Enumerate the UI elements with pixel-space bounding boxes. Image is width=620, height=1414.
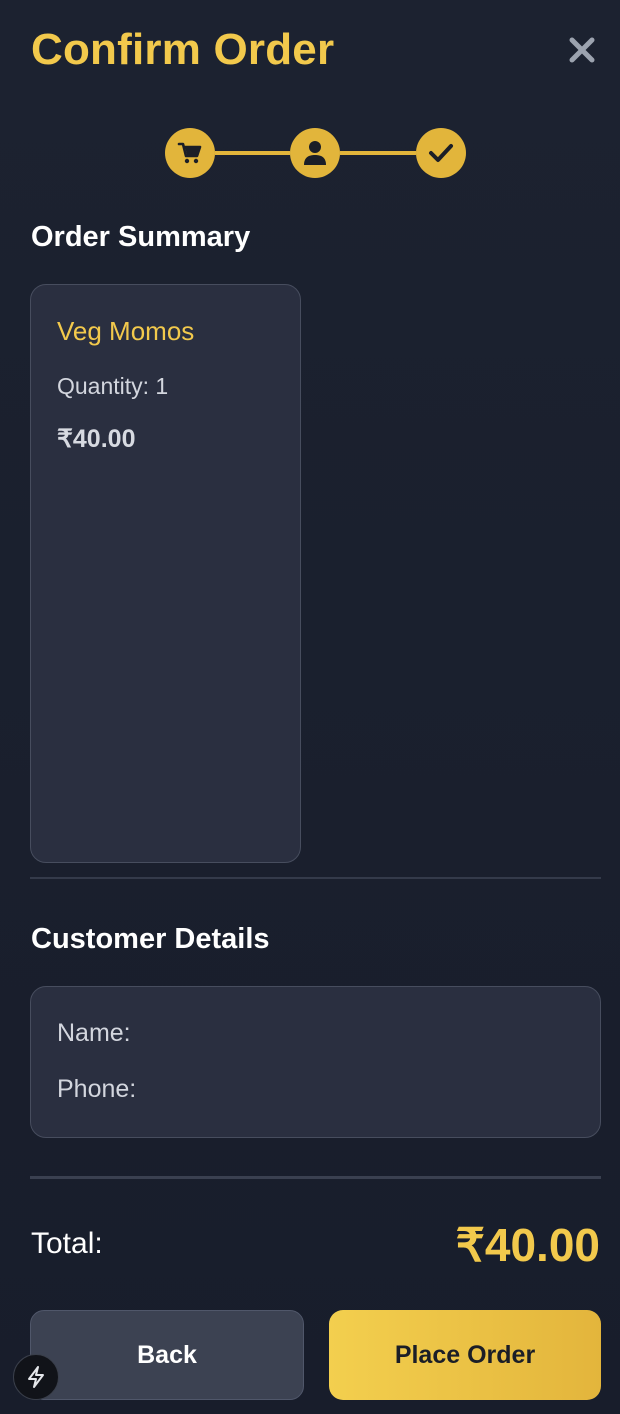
customer-details-card: Name: Phone: xyxy=(30,986,601,1138)
place-order-button[interactable]: Place Order xyxy=(329,1310,601,1400)
check-icon xyxy=(429,144,453,162)
step-customer xyxy=(290,128,340,178)
customer-details-heading: Customer Details xyxy=(31,923,270,955)
step-connector xyxy=(340,151,416,155)
back-button[interactable]: Back xyxy=(30,1310,304,1400)
item-price: ₹40.00 xyxy=(57,425,136,453)
progress-stepper xyxy=(165,128,466,178)
close-button[interactable] xyxy=(564,32,600,68)
step-confirm xyxy=(416,128,466,178)
lightning-icon xyxy=(28,1366,44,1388)
section-divider xyxy=(30,877,601,879)
cart-icon xyxy=(177,142,202,164)
lightning-button[interactable] xyxy=(13,1354,59,1400)
order-item-card: Veg Momos Quantity: 1 ₹40.00 xyxy=(30,284,301,863)
user-icon xyxy=(304,141,326,165)
total-divider xyxy=(30,1176,601,1179)
item-quantity: Quantity: 1 xyxy=(57,373,169,399)
step-cart xyxy=(165,128,215,178)
customer-phone-label: Phone: xyxy=(57,1075,137,1103)
customer-name-label: Name: xyxy=(57,1019,131,1047)
close-icon xyxy=(569,37,595,63)
page-title: Confirm Order xyxy=(31,25,335,74)
total-value: ₹40.00 xyxy=(455,1219,600,1271)
total-label: Total: xyxy=(31,1227,103,1260)
order-summary-heading: Order Summary xyxy=(31,221,251,253)
step-connector xyxy=(215,151,290,155)
item-name: Veg Momos xyxy=(57,316,195,346)
